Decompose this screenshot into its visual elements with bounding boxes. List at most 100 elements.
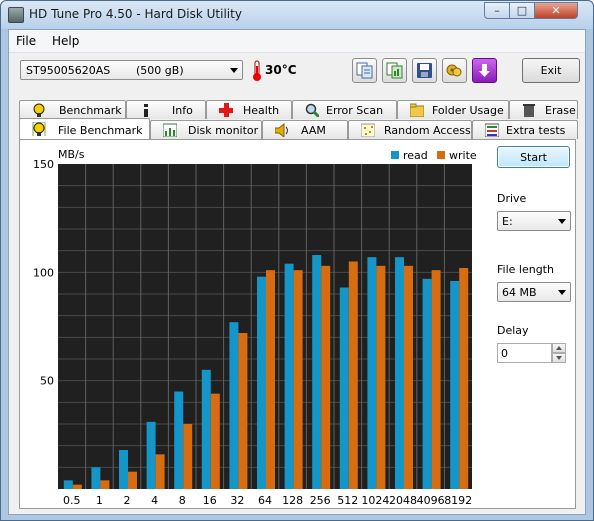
bar-read-8192 (450, 281, 460, 489)
tab-disk-monitor[interactable]: Disk monitor (150, 120, 262, 139)
maximize-button[interactable]: □ (509, 2, 535, 19)
tab-health[interactable]: Health (206, 100, 292, 119)
tab-erase[interactable]: Erase (509, 100, 578, 119)
save-icon (417, 63, 432, 78)
bar-read-2048 (395, 257, 404, 489)
menu-help[interactable]: Help (52, 34, 79, 48)
bar-read-1 (91, 467, 101, 489)
options-icon (446, 64, 462, 77)
start-button[interactable]: Start (497, 146, 570, 168)
download-icon (479, 64, 490, 77)
x-tick-label: 256 (310, 494, 331, 507)
legend-label-read: read (403, 149, 428, 162)
x-tick-label: 512 (337, 494, 358, 507)
bar-write-4096 (431, 270, 441, 489)
download-button[interactable] (472, 58, 497, 83)
bar-write-2 (128, 471, 137, 489)
save-button[interactable] (412, 58, 437, 83)
chevron-down-icon (558, 219, 566, 224)
file-benchmark-chart: 0.5 1 2 4 8 16 32 64 128 256 512 1024 2048 4096 8192 50… (33, 148, 477, 507)
tab-extra-tests[interactable]: Extra tests (472, 120, 578, 139)
menu-file[interactable]: File (16, 34, 36, 48)
legend-swatch-write (437, 151, 445, 159)
x-tick-label: 8 (179, 494, 186, 507)
x-tick-label: 8192 (444, 494, 472, 507)
delay-increment-button[interactable] (552, 343, 566, 353)
y-tick-label: 50 (40, 375, 54, 388)
bar-write-32 (238, 333, 248, 489)
trash-icon (523, 104, 535, 117)
drive-label: Drive (497, 192, 527, 205)
file-benchmark-panel: 0.5 1 2 4 8 16 32 64 128 256 512 1024 2048 4096 8192 50… (19, 139, 576, 509)
bar-write-4 (155, 454, 165, 489)
x-tick-label: 0.5 (63, 494, 81, 507)
folder-icon (410, 103, 424, 117)
file-length-dropdown[interactable]: 64 MB (497, 282, 571, 302)
window-title: HD Tune Pro 4.50 - Hard Disk Utility (29, 7, 242, 21)
copy-info-button[interactable] (352, 58, 377, 83)
x-tick-label: 32 (230, 494, 244, 507)
options-button[interactable] (442, 58, 467, 83)
health-cross-icon (219, 103, 233, 117)
bar-read-0.5 (63, 480, 73, 489)
delay-decrement-button[interactable] (552, 353, 566, 363)
close-button[interactable]: ✕ (534, 2, 578, 19)
bar-read-64 (257, 276, 266, 489)
bar-read-1024 (367, 257, 377, 489)
tab-error-scan[interactable]: Error Scan (292, 100, 397, 119)
chevron-up-icon (556, 346, 562, 350)
tab-aam[interactable]: AAM (262, 120, 348, 139)
title-bar[interactable]: HD Tune Pro 4.50 - Hard Disk Utility – □… (1, 1, 593, 29)
tab-file-benchmark[interactable]: File Benchmark (19, 118, 150, 139)
lightbulb-icon (33, 103, 45, 117)
minimize-button[interactable]: – (484, 2, 510, 19)
chevron-down-icon (558, 290, 566, 295)
magnifier-icon (305, 103, 319, 117)
x-tick-label: 16 (203, 494, 217, 507)
tab-folder-usage[interactable]: Folder Usage (397, 100, 509, 119)
delay-label: Delay (497, 324, 529, 337)
app-icon (8, 7, 24, 23)
temperature-readout: 30°C (265, 63, 297, 77)
y-axis-label: MB/s (58, 148, 85, 161)
bar-write-8192 (459, 268, 469, 489)
bar-write-16 (210, 393, 220, 489)
bar-write-128 (293, 270, 303, 489)
bar-read-2 (119, 450, 128, 489)
toolbar: ST95005620AS (500 gB) 30°C Exit (9, 52, 585, 92)
drive-value: E: (502, 215, 513, 228)
bar-write-1024 (376, 265, 386, 489)
tab-info[interactable]: Info (126, 100, 206, 119)
bar-read-32 (229, 322, 239, 489)
tab-row-top: Benchmark Info Health Error Scan Folder … (19, 100, 579, 119)
x-tick-label: 1 (96, 494, 103, 507)
copy-screenshot-button[interactable] (382, 58, 407, 83)
chevron-down-icon (556, 356, 562, 360)
menu-bar: File Help (9, 30, 585, 53)
drive-selector[interactable]: ST95005620AS (500 gB) (20, 60, 243, 80)
legend-label-write: write (449, 149, 477, 162)
chevron-down-icon (230, 68, 238, 73)
x-tick-label: 2 (124, 494, 131, 507)
drive-dropdown[interactable]: E: (497, 211, 571, 231)
x-tick-label: 4096 (417, 494, 445, 507)
file-benchmark-icon (32, 122, 46, 136)
file-length-label: File length (497, 263, 554, 276)
drive-size: (500 gB) (136, 64, 184, 77)
exit-button[interactable]: Exit (522, 58, 580, 83)
x-tick-label: 64 (258, 494, 272, 507)
tab-random-access[interactable]: Random Access (348, 120, 472, 139)
bar-read-4 (146, 421, 156, 489)
extra-tests-icon (485, 123, 499, 137)
x-tick-label: 128 (282, 494, 303, 507)
tab-benchmark[interactable]: Benchmark (19, 100, 126, 119)
bar-write-256 (321, 265, 331, 489)
copy-info-icon (356, 62, 373, 79)
delay-input[interactable]: 0 (497, 343, 552, 363)
bar-write-0.5 (72, 484, 82, 489)
bar-read-4096 (422, 278, 432, 489)
bar-write-2048 (404, 265, 413, 489)
random-access-icon (361, 123, 375, 137)
bar-write-64 (266, 270, 275, 489)
copy-screenshot-icon (386, 62, 403, 79)
